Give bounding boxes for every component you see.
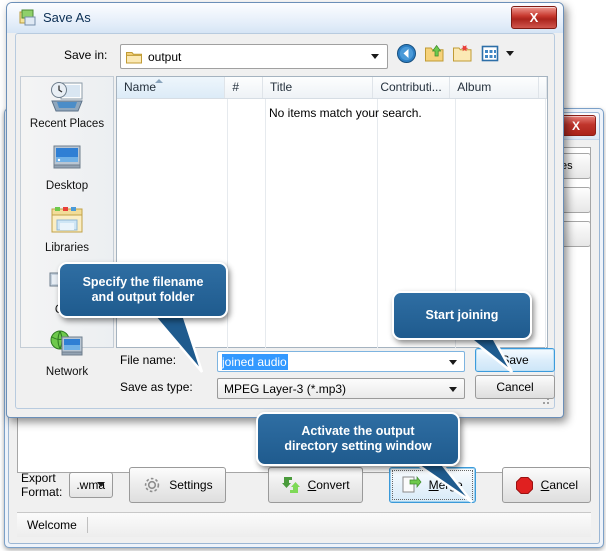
file-name-input[interactable]: joined audio xyxy=(217,351,465,372)
column-header-extra[interactable] xyxy=(539,77,547,98)
callout-line-1: Activate the output xyxy=(301,424,415,438)
main-toolbar: Export Format: .wma Settings Convert M C… xyxy=(17,461,591,509)
save-as-type-value: MPEG Layer-3 (*.mp3) xyxy=(224,381,347,396)
export-format-select[interactable]: .wma xyxy=(69,472,114,498)
file-name-value: joined audio xyxy=(222,353,288,370)
cancel-label: Cancel xyxy=(541,478,578,492)
callout-start-joining: Start joining xyxy=(392,291,532,340)
gear-icon xyxy=(145,477,160,493)
place-label: Network xyxy=(45,366,89,378)
column-header-title[interactable]: Title xyxy=(263,77,374,98)
save-as-type-label: Save as type: xyxy=(120,380,193,394)
callout-line-2: and output folder xyxy=(91,290,195,304)
callout-line-1: Start joining xyxy=(425,308,499,322)
callout-line-1: Specify the filename xyxy=(82,275,204,289)
save-as-window-icon xyxy=(19,9,36,26)
back-icon[interactable] xyxy=(396,43,417,64)
libraries-icon xyxy=(51,207,83,233)
convert-button[interactable]: Convert xyxy=(267,467,363,503)
sort-ascending-icon xyxy=(154,79,163,83)
save-in-value: output xyxy=(148,49,182,64)
column-label: Album xyxy=(457,80,492,94)
place-network[interactable]: Network xyxy=(21,325,113,387)
status-bar: Welcome xyxy=(17,512,591,537)
file-list-header: Name # Title Contributi... Album xyxy=(117,77,547,99)
callout-line-2: directory setting window xyxy=(284,439,432,453)
column-label: Contributi... xyxy=(380,80,442,94)
place-label: Desktop xyxy=(45,180,89,192)
empty-state-message: No items match your search. xyxy=(269,106,422,120)
stop-octagon-icon xyxy=(515,476,533,494)
cancel-rest: ancel xyxy=(549,478,578,492)
callout-specify-filename: Specify the filename and output folder xyxy=(58,262,228,318)
column-header-name[interactable]: Name xyxy=(117,77,226,98)
cancel-accel: C xyxy=(540,478,550,492)
dialog-close-button[interactable]: X xyxy=(511,6,557,29)
chevron-down-icon[interactable] xyxy=(449,360,457,365)
chevron-down-icon[interactable] xyxy=(449,387,457,392)
save-as-type-select[interactable]: MPEG Layer-3 (*.mp3) xyxy=(217,378,465,399)
screen: X ...les Export Format: .wma xyxy=(0,0,606,551)
settings-button[interactable]: Settings xyxy=(129,467,226,503)
column-divider xyxy=(377,99,378,348)
column-header-contributing-artists[interactable]: Contributi... xyxy=(373,77,451,98)
save-in-select[interactable]: output xyxy=(120,44,388,69)
cancel-button[interactable]: Cancel xyxy=(501,467,591,503)
column-divider xyxy=(265,99,266,348)
place-recent-places[interactable]: Recent Places xyxy=(21,77,113,139)
save-in-label: Save in: xyxy=(64,48,108,62)
dialog-title: Save As xyxy=(43,10,91,25)
column-header-album[interactable]: Album xyxy=(450,77,539,98)
status-separator xyxy=(86,517,88,533)
place-label: Libraries xyxy=(44,242,90,254)
chevron-down-icon[interactable] xyxy=(506,51,514,56)
dialog-nav-icons xyxy=(396,43,514,64)
new-folder-icon[interactable] xyxy=(452,43,473,64)
column-header-number[interactable]: # xyxy=(225,77,263,98)
status-message: Welcome xyxy=(27,518,77,532)
views-icon[interactable] xyxy=(480,43,501,64)
folder-icon xyxy=(126,51,142,63)
callout-activate-output-directory: Activate the output directory setting wi… xyxy=(256,412,460,466)
convert-label: Convert xyxy=(308,478,350,492)
save-in-row: Save in: output xyxy=(20,43,548,69)
desktop-icon xyxy=(53,145,81,169)
place-label: Recent Places xyxy=(29,118,105,130)
convert-rest: onvert xyxy=(316,478,350,492)
settings-label: Settings xyxy=(169,478,213,492)
column-label: Title xyxy=(269,80,293,94)
chevron-down-icon xyxy=(97,482,106,487)
network-icon xyxy=(50,330,83,356)
export-format-label: Export Format: xyxy=(21,471,63,499)
convert-arrows-icon xyxy=(281,477,300,493)
column-label: # xyxy=(232,80,240,94)
up-folder-icon[interactable] xyxy=(424,43,445,64)
place-libraries[interactable]: Libraries xyxy=(21,201,113,263)
column-divider xyxy=(545,99,546,348)
chevron-down-icon xyxy=(371,54,379,59)
resize-grip[interactable] xyxy=(539,394,551,406)
recent-places-icon xyxy=(51,82,83,112)
column-label: Name xyxy=(124,80,157,94)
place-desktop[interactable]: Desktop xyxy=(21,139,113,201)
convert-accel: C xyxy=(307,478,317,492)
